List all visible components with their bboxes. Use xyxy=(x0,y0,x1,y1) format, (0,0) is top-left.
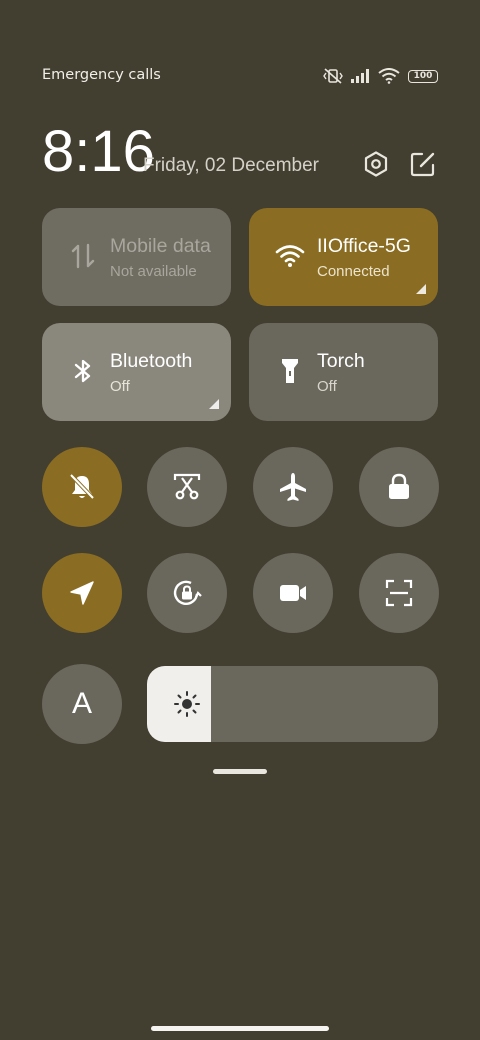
bluetooth-icon xyxy=(74,359,91,383)
airplane-mode-toggle[interactable] xyxy=(253,447,333,527)
clock-time: 8:16 xyxy=(42,119,155,184)
video-camera-icon xyxy=(280,585,306,601)
rotation-lock-icon xyxy=(173,580,202,606)
mobile-data-tile[interactable]: Mobile data Not available xyxy=(42,208,231,306)
torch-tile[interactable]: Torch Off xyxy=(249,323,438,421)
wifi-status: Connected xyxy=(317,263,390,280)
scissors-icon xyxy=(173,473,201,500)
rotation-lock-toggle[interactable] xyxy=(147,553,227,633)
lock-screen-toggle[interactable] xyxy=(359,447,439,527)
wifi-icon xyxy=(275,245,305,267)
edit-button[interactable] xyxy=(409,150,437,178)
home-indicator[interactable] xyxy=(151,1026,329,1031)
lock-icon xyxy=(389,473,409,499)
carrier-status-text: Emergency calls o xyxy=(42,67,166,83)
status-bar: Emergency calls o 100 xyxy=(42,64,438,88)
date-text: Friday, 02 December xyxy=(143,155,319,176)
bell-off-icon xyxy=(69,473,95,500)
torch-icon xyxy=(282,359,298,383)
airplane-icon xyxy=(280,473,306,501)
auto-brightness-button[interactable]: A xyxy=(42,664,122,744)
wifi-icon xyxy=(378,68,400,84)
status-icons: 100 xyxy=(322,64,438,88)
panel-drag-handle[interactable] xyxy=(213,769,267,774)
battery-level: 100 xyxy=(413,71,433,81)
bluetooth-title: Bluetooth xyxy=(110,350,193,372)
screen-recorder-toggle[interactable] xyxy=(253,553,333,633)
scanner-toggle[interactable] xyxy=(359,553,439,633)
battery-icon: 100 xyxy=(408,69,438,83)
mobile-data-title: Mobile data xyxy=(110,235,211,257)
torch-status: Off xyxy=(317,378,337,395)
bluetooth-expand-indicator[interactable] xyxy=(209,399,219,409)
mobile-data-subtitle: Not available xyxy=(110,263,197,280)
settings-button[interactable] xyxy=(362,150,390,178)
screenshot-toggle[interactable] xyxy=(147,447,227,527)
torch-title: Torch xyxy=(317,350,365,372)
location-arrow-icon xyxy=(70,581,94,605)
bluetooth-tile[interactable]: Bluetooth Off xyxy=(42,323,231,421)
wifi-expand-indicator[interactable] xyxy=(416,284,426,294)
mute-vibrate-icon xyxy=(322,67,344,85)
wifi-network-name: IIOffice-5G xyxy=(317,235,411,257)
mobile-data-icon xyxy=(71,243,95,269)
wifi-tile[interactable]: IIOffice-5G Connected xyxy=(249,208,438,306)
silent-toggle[interactable] xyxy=(42,447,122,527)
brightness-slider[interactable] xyxy=(147,666,438,742)
location-toggle[interactable] xyxy=(42,553,122,633)
auto-brightness-label: A xyxy=(71,687,92,720)
brightness-icon xyxy=(174,691,200,717)
signal-icon xyxy=(350,68,372,84)
scan-icon xyxy=(385,579,413,607)
settings-icon xyxy=(364,151,388,177)
edit-icon xyxy=(410,152,435,177)
bluetooth-status: Off xyxy=(110,378,130,395)
